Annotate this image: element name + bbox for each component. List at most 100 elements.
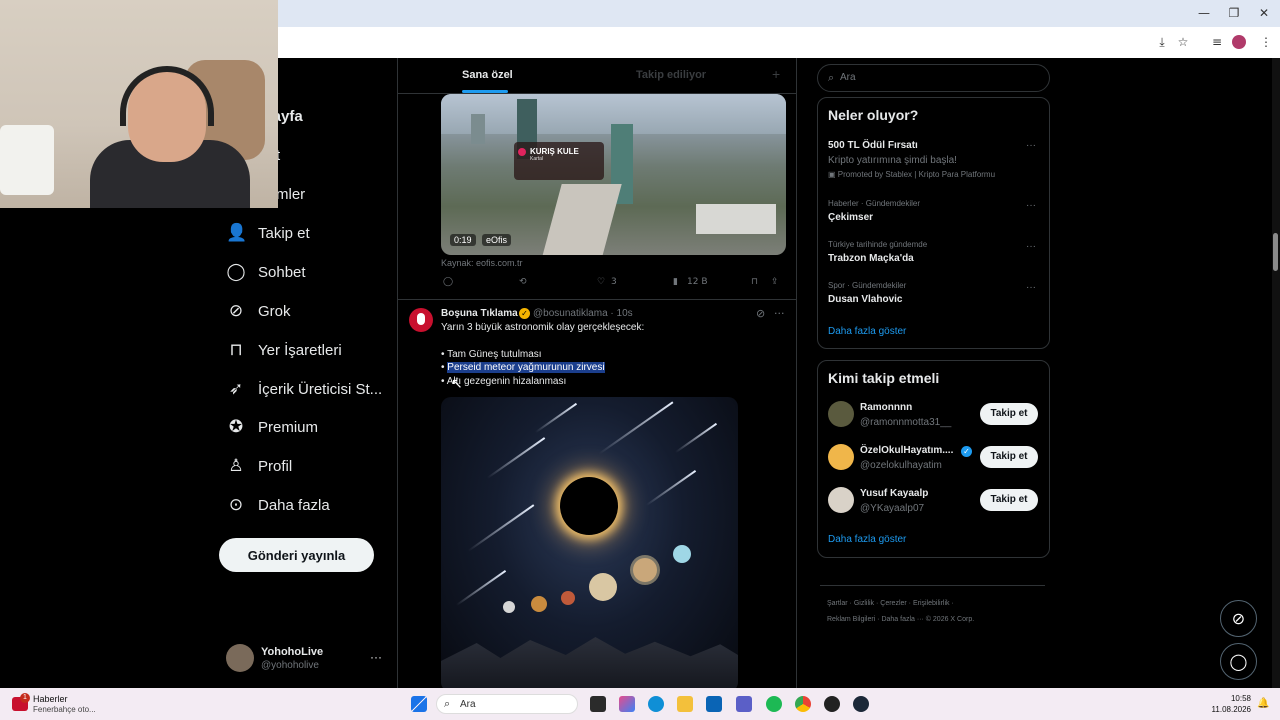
windows-start-icon[interactable]	[411, 696, 427, 712]
avatar[interactable]	[409, 308, 433, 332]
trend-more-icon[interactable]: ···	[1026, 140, 1036, 151]
taskbar: 1 Haberler Fenerbahçe oto... ⌕ Ara 10:58…	[0, 688, 1280, 720]
planet	[531, 596, 547, 612]
nav-more[interactable]: ⊙ Daha fazla	[226, 490, 330, 520]
spotify-icon[interactable]	[766, 696, 782, 712]
trend-more-icon[interactable]: ···	[1026, 282, 1036, 293]
active-tab-indicator	[462, 90, 508, 93]
grok-fab-icon[interactable]: ⊘	[1220, 600, 1257, 637]
more-icon[interactable]: ···	[774, 307, 785, 320]
copilot-icon[interactable]	[619, 696, 635, 712]
account-more-icon[interactable]: ···	[370, 650, 382, 664]
scrollbar-thumb[interactable]	[1273, 233, 1278, 271]
repost-icon[interactable]: ⟲	[519, 277, 527, 287]
chat-icon: ◯	[226, 262, 246, 282]
obs-icon[interactable]	[824, 696, 840, 712]
search-input[interactable]: ⌕ Ara	[817, 64, 1050, 92]
show-more-link[interactable]: Daha fazla göster	[828, 326, 906, 337]
verified-icon: ✓	[961, 446, 972, 457]
steam-icon[interactable]	[853, 696, 869, 712]
like-count: 3	[611, 277, 617, 287]
messages-fab-icon[interactable]: ◯	[1220, 643, 1257, 680]
footer-links[interactable]: Şartlar · Gizlilik · Çerezler · Erişileb…	[827, 600, 954, 607]
nav-premium[interactable]: ✪ Premium	[226, 412, 318, 442]
premium-icon: ✪	[228, 417, 244, 437]
meteor-streak	[598, 401, 674, 455]
tab-search-icon[interactable]: ≡	[1209, 34, 1225, 50]
video-player[interactable]: KURIŞ KULE Kartal 0:19 eOfis	[441, 94, 786, 255]
tweet-line: Yarın 3 büyük astronomik olay gerçekleşe…	[441, 322, 645, 333]
avatar[interactable]	[828, 444, 854, 470]
grok-icon[interactable]: ⊘	[756, 307, 765, 320]
more-circle-icon: ⊙	[228, 495, 244, 515]
planet	[503, 601, 515, 613]
edge-icon[interactable]	[648, 696, 664, 712]
follow-button[interactable]: Takip et	[980, 403, 1038, 425]
file-explorer-icon[interactable]	[677, 696, 693, 712]
promoted-icon: ▣	[828, 170, 838, 179]
nav-bookmarks[interactable]: ⊓ Yer İşaretleri	[226, 335, 342, 365]
task-view-icon[interactable]	[590, 696, 606, 712]
system-clock[interactable]: 10:58 11.08.2026	[1205, 693, 1251, 715]
source-line[interactable]: Kaynak: eofis.com.tr	[441, 258, 523, 268]
trend-more-icon[interactable]: ···	[1026, 200, 1036, 211]
user-name[interactable]: ÖzelOkulHayatım....	[860, 445, 953, 456]
bookmark-icon[interactable]: ⊓	[751, 277, 758, 287]
trends-panel: Neler oluyor? 500 TL Ödül Fırsatı Kripto…	[817, 97, 1050, 349]
nav-label: Yer İşaretleri	[258, 341, 342, 359]
user-name[interactable]: Ramonnnn	[860, 402, 912, 413]
taskbar-search-placeholder: Ara	[460, 699, 476, 710]
add-tab-icon[interactable]: +	[772, 66, 780, 82]
chrome-icon[interactable]	[795, 696, 811, 712]
user-name[interactable]: Yusuf Kayaalp	[860, 488, 928, 499]
notification-bell-icon[interactable]: 🔔	[1257, 698, 1269, 709]
minimize-button[interactable]: —	[1192, 4, 1216, 22]
scrollbar[interactable]	[1272, 58, 1280, 688]
follow-button[interactable]: Takip et	[980, 489, 1038, 511]
meteor-streak	[674, 422, 718, 454]
tab-for-you[interactable]: Sana özel	[462, 69, 513, 81]
nav-chat[interactable]: ◯ Sohbet	[226, 257, 305, 287]
astronomy-image[interactable]	[441, 397, 738, 692]
nav-label: Premium	[258, 418, 319, 436]
close-button[interactable]: ✕	[1252, 4, 1276, 22]
nav-profile[interactable]: ♙ Profil	[226, 451, 292, 481]
star-icon[interactable]: ☆	[1175, 34, 1191, 50]
nav-grok[interactable]: ⊘ Grok	[226, 296, 291, 326]
trend-title[interactable]: 500 TL Ödül Fırsatı	[828, 140, 918, 151]
tweet-author-name[interactable]: Boşuna Tıklama	[441, 308, 518, 319]
post-actions: ◯ ⟲ ♡ 3 ▮ 12 B ⊓ ⇪	[441, 277, 786, 291]
account-name: YohohoLive	[261, 646, 324, 658]
share-icon[interactable]: ⇪	[771, 277, 779, 287]
teams-icon[interactable]	[736, 696, 752, 712]
profile-icon[interactable]	[1232, 35, 1246, 49]
avatar[interactable]	[828, 487, 854, 513]
trend-title[interactable]: Trabzon Maçka'da	[828, 253, 914, 264]
account-switcher[interactable]: YohohoLive @yohoholive ···	[226, 642, 386, 676]
bookmark-icon: ⊓	[229, 340, 243, 360]
trend-title[interactable]: Çekimser	[828, 212, 873, 223]
show-more-link[interactable]: Daha fazla göster	[828, 534, 906, 545]
reply-icon[interactable]: ◯	[443, 277, 453, 287]
outlook-icon[interactable]	[706, 696, 722, 712]
trend-more-icon[interactable]: ···	[1026, 241, 1036, 252]
grok-icon: ⊘	[228, 301, 244, 321]
footer-links[interactable]: Reklam Bilgileri · Daha fazla ··· © 2026…	[827, 616, 974, 623]
views-icon[interactable]: ▮	[673, 277, 678, 287]
tweet-handle[interactable]: @bosunatiklama · 10s	[533, 308, 633, 319]
mountain-silhouette	[441, 637, 738, 692]
trend-meta: Haberler · Gündemdekiler	[828, 199, 921, 208]
nav-creator-studio[interactable]: ➶ İçerik Üreticisi St...	[226, 374, 382, 404]
install-icon[interactable]: ⤓	[1154, 34, 1170, 50]
like-icon[interactable]: ♡	[597, 277, 605, 287]
restore-button[interactable]: ❐	[1222, 4, 1246, 22]
taskbar-search[interactable]: ⌕ Ara	[436, 694, 578, 714]
nav-follow[interactable]: 👤 Takip et	[226, 218, 310, 248]
menu-icon[interactable]: ⋮	[1258, 34, 1274, 50]
tab-following[interactable]: Takip ediliyor	[636, 69, 706, 81]
trend-title[interactable]: Dusan Vlahovic	[828, 294, 902, 305]
follow-button[interactable]: Takip et	[980, 446, 1038, 468]
avatar[interactable]	[828, 401, 854, 427]
verified-icon: ✓	[519, 308, 530, 319]
post-button[interactable]: Gönderi yayınla	[219, 538, 374, 572]
